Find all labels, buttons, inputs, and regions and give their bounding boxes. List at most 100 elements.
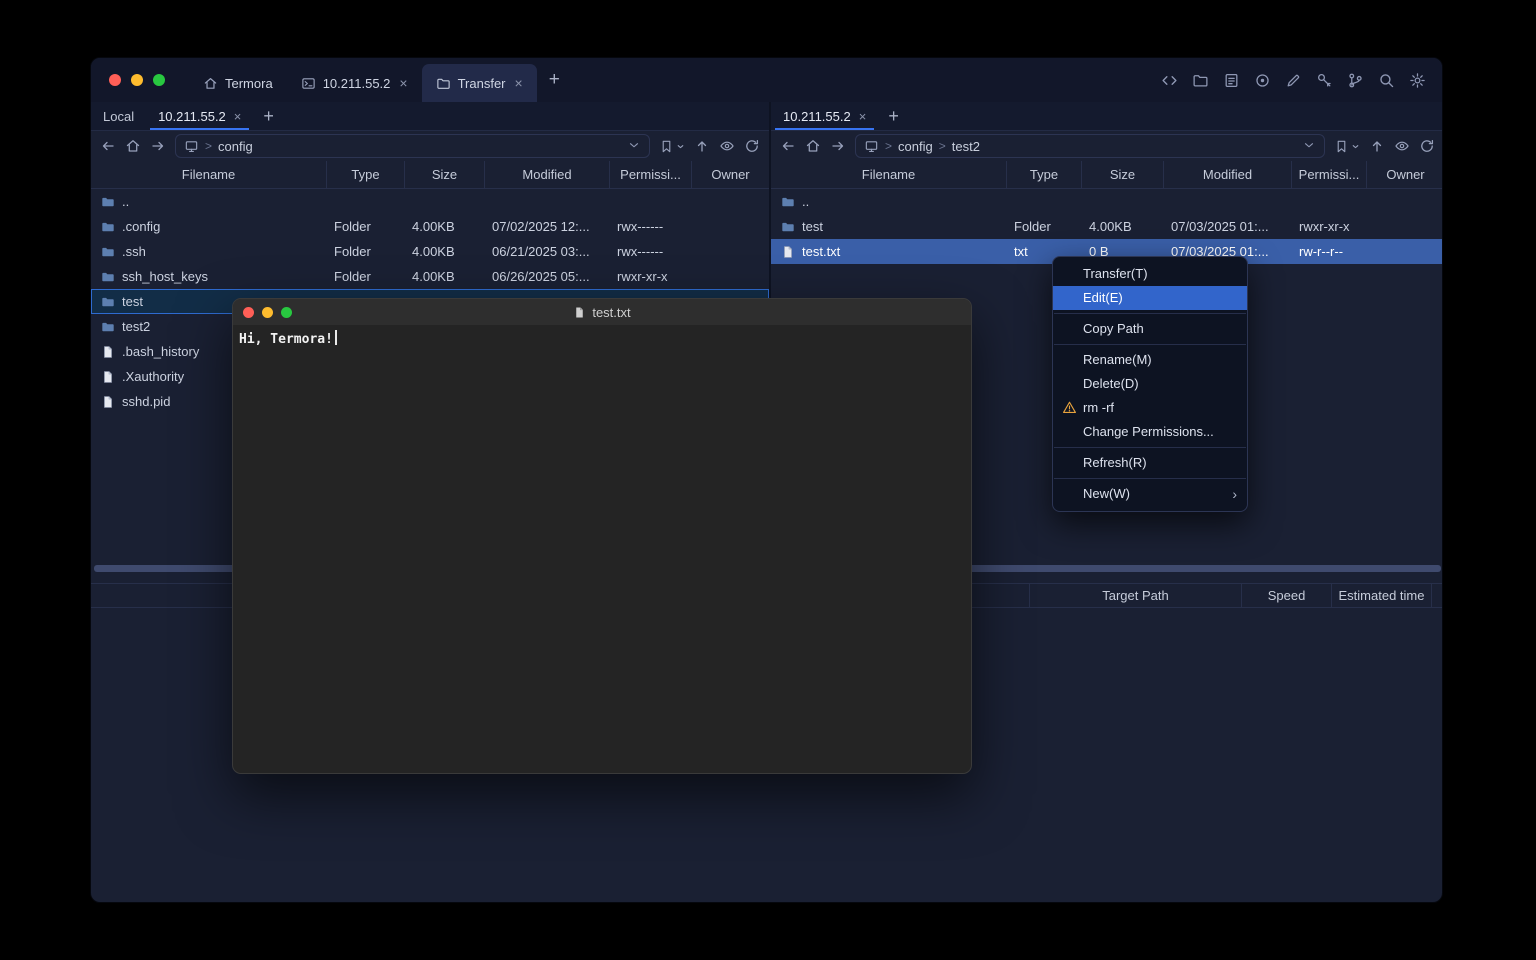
close-tab-icon[interactable]: × <box>859 109 867 124</box>
menu-item-new[interactable]: New(W) › <box>1053 482 1247 506</box>
menu-item-refresh[interactable]: Refresh(R) <box>1053 451 1247 475</box>
column-header[interactable]: Type <box>326 161 404 188</box>
column-header[interactable]: Owner <box>1366 161 1443 188</box>
column-header[interactable]: Permissi... <box>609 161 691 188</box>
tab-transfer[interactable]: Transfer × <box>422 64 537 102</box>
column-header[interactable]: Size <box>1081 161 1163 188</box>
breadcrumb[interactable]: config <box>898 139 933 154</box>
file-icon <box>101 370 115 384</box>
menu-divider <box>1054 478 1246 479</box>
path-bar[interactable]: > config <box>175 134 650 158</box>
column-header[interactable]: Filename <box>91 161 326 188</box>
folder-icon <box>101 320 115 334</box>
maximize-window-button[interactable] <box>153 74 165 86</box>
maximize-window-button[interactable] <box>281 307 292 318</box>
close-tab-icon[interactable]: × <box>399 75 407 91</box>
tab-local[interactable]: Local <box>91 102 146 130</box>
settings-icon[interactable] <box>1409 72 1426 89</box>
breadcrumb[interactable]: config <box>218 139 253 154</box>
show-hidden-icon[interactable] <box>719 138 735 154</box>
column-header[interactable]: Target Path <box>1029 584 1241 607</box>
column-header[interactable]: Speed <box>1241 584 1331 607</box>
tab-host-right[interactable]: 10.211.55.2 × <box>771 102 878 130</box>
folder-icon[interactable] <box>1192 72 1209 89</box>
column-header[interactable]: Filename <box>771 161 1006 188</box>
refresh-icon[interactable] <box>744 138 760 154</box>
menu-item-copy-path[interactable]: Copy Path <box>1053 317 1247 341</box>
breadcrumb[interactable]: test2 <box>952 139 980 154</box>
new-tab-button[interactable]: + <box>537 69 572 91</box>
titlebar: Termora 10.211.55.2 × Transfer × + <box>91 58 1442 102</box>
queue-corner <box>1431 584 1443 607</box>
column-header[interactable]: Estimated time <box>1331 584 1431 607</box>
minimize-window-button[interactable] <box>262 307 273 318</box>
report-icon[interactable] <box>1223 72 1240 89</box>
tab-termora[interactable]: Termora <box>189 64 287 102</box>
column-header[interactable]: Owner <box>691 161 769 188</box>
refresh-icon[interactable] <box>1419 138 1435 154</box>
column-header[interactable]: Type <box>1006 161 1081 188</box>
upload-icon[interactable] <box>694 138 710 154</box>
file-row[interactable]: test Folder4.00KB07/03/2025 01:...rwxr-x… <box>771 214 1443 239</box>
close-window-button[interactable] <box>109 74 121 86</box>
filename: ssh_host_keys <box>122 269 208 284</box>
text-cursor <box>335 330 337 345</box>
chevron-down-icon[interactable] <box>627 138 641 155</box>
upload-icon[interactable] <box>1369 138 1385 154</box>
search-icon[interactable] <box>1378 72 1395 89</box>
tab-host[interactable]: 10.211.55.2 × <box>287 64 422 102</box>
forward-icon[interactable] <box>150 138 166 154</box>
new-panel-tab-button[interactable]: + <box>878 102 909 130</box>
close-tab-icon[interactable]: × <box>515 75 523 91</box>
show-hidden-icon[interactable] <box>1394 138 1410 154</box>
bookmark-icon <box>1334 139 1349 154</box>
column-header[interactable]: Permissi... <box>1291 161 1366 188</box>
filename: .. <box>802 194 809 209</box>
column-header[interactable]: Modified <box>1163 161 1291 188</box>
editor-titlebar[interactable]: test.txt <box>233 299 971 325</box>
path-bar[interactable]: > config > test2 <box>855 134 1325 158</box>
menu-item-transfer[interactable]: Transfer(T) <box>1053 262 1247 286</box>
back-icon[interactable] <box>100 138 116 154</box>
file-row[interactable]: .. <box>91 189 769 214</box>
menu-divider <box>1054 313 1246 314</box>
menu-item-rename[interactable]: Rename(M) <box>1053 348 1247 372</box>
new-panel-tab-button[interactable]: + <box>253 102 284 130</box>
column-header[interactable]: Size <box>404 161 484 188</box>
chevron-down-icon <box>1351 142 1360 151</box>
close-window-button[interactable] <box>243 307 254 318</box>
chevron-down-icon[interactable] <box>1302 138 1316 155</box>
filename: sshd.pid <box>122 394 170 409</box>
menu-item-change-permissions[interactable]: Change Permissions... <box>1053 420 1247 444</box>
file-row[interactable]: .config Folder4.00KB07/02/2025 12:...rwx… <box>91 214 769 239</box>
forward-icon[interactable] <box>830 138 846 154</box>
pencil-icon[interactable] <box>1285 72 1302 89</box>
filename: .. <box>122 194 129 209</box>
record-icon[interactable] <box>1254 72 1271 89</box>
menu-item-edit[interactable]: Edit(E) <box>1053 286 1247 310</box>
tab-label: Local <box>103 109 134 124</box>
bookmark-button[interactable] <box>1334 139 1360 154</box>
editor-content[interactable]: Hi, Termora! <box>233 325 971 352</box>
folder-icon <box>781 195 795 209</box>
menu-item-rm-rf[interactable]: rm -rf <box>1053 396 1247 420</box>
tab-host-left[interactable]: 10.211.55.2 × <box>146 102 253 130</box>
file-icon <box>101 345 115 359</box>
column-header[interactable]: Modified <box>484 161 609 188</box>
folder-icon <box>436 76 451 91</box>
bookmark-button[interactable] <box>659 139 685 154</box>
folder-icon <box>101 270 115 284</box>
menu-item-delete[interactable]: Delete(D) <box>1053 372 1247 396</box>
close-tab-icon[interactable]: × <box>234 109 242 124</box>
minimize-window-button[interactable] <box>131 74 143 86</box>
file-row[interactable]: .. <box>771 189 1443 214</box>
code-icon[interactable] <box>1161 72 1178 89</box>
file-row[interactable]: .ssh Folder4.00KB06/21/2025 03:...rwx---… <box>91 239 769 264</box>
editor-text: Hi, Termora! <box>239 332 333 347</box>
file-row[interactable]: ssh_host_keys Folder4.00KB06/26/2025 05:… <box>91 264 769 289</box>
home-icon[interactable] <box>125 138 141 154</box>
branch-icon[interactable] <box>1347 72 1364 89</box>
key-icon[interactable] <box>1316 72 1333 89</box>
home-icon[interactable] <box>805 138 821 154</box>
back-icon[interactable] <box>780 138 796 154</box>
